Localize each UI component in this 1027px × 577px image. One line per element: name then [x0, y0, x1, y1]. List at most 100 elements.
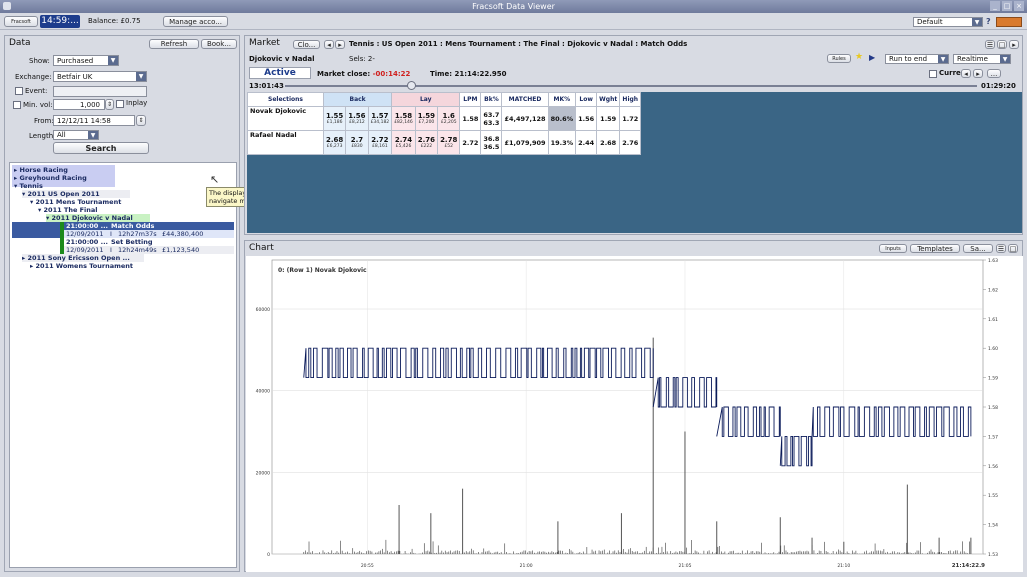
lay-cell[interactable]: 2.74 £5,426	[391, 130, 416, 155]
chart-expand-button[interactable]: □	[1008, 244, 1018, 253]
length-select[interactable]: All ▼	[53, 130, 99, 140]
y-right-tick-label: 1.59	[988, 376, 998, 382]
exchange-label: Exchange:	[15, 73, 52, 81]
min-vol-stepper[interactable]: ⇕	[105, 99, 114, 110]
tree-row-set-betting[interactable]: 21:00:00 ... Set Betting 12/09/2011 I 12…	[12, 238, 234, 254]
play-icon[interactable]: ▶	[869, 53, 875, 62]
timeline-thumb[interactable]	[407, 81, 416, 90]
tree-item-womens-tournament[interactable]: ▸ 2011 Womens Tournament	[30, 262, 133, 270]
y-left-tick-label: 60000	[256, 307, 270, 313]
lay-cell[interactable]: 1.59 £7,200	[414, 106, 439, 131]
panel-menu-button[interactable]: ☰	[985, 40, 995, 49]
back-cell[interactable]: 1.56 £8,212	[345, 106, 369, 131]
y-right-tick-label: 1.62	[988, 287, 998, 293]
panel-maximize-button[interactable]: □	[997, 40, 1007, 49]
y-left-tick-label: 40000	[256, 389, 270, 395]
fracsoft-logo-button[interactable]: Fracsoft	[4, 16, 38, 27]
market-table: Selections Back Lay LPM Bk% MATCHED MK% …	[247, 92, 642, 155]
templates-button[interactable]: Templates	[910, 244, 960, 253]
current-checkbox[interactable]	[929, 70, 937, 78]
book-button[interactable]: Book...	[201, 39, 237, 49]
back-cell[interactable]: 2.68 £6,273	[322, 130, 347, 155]
step-forward-button[interactable]: ▸	[973, 69, 983, 78]
lay-cell[interactable]: 1.6 £2,205	[437, 106, 461, 131]
lay-cell[interactable]: 1.58 £82,146	[391, 106, 416, 131]
tree-item-greyhound-racing[interactable]: ▸ Greyhound Racing	[14, 174, 87, 182]
inputs-button[interactable]: Inputs	[879, 244, 907, 253]
market-close-label: Market close: -00:14:22	[317, 70, 411, 78]
save-button[interactable]: Sa...	[963, 244, 993, 253]
manage-account-button[interactable]: Manage acco...	[163, 16, 228, 27]
lay-cell[interactable]: 2.78 £52	[437, 130, 461, 155]
timeline-slider[interactable]	[285, 85, 977, 87]
x-tick-label: 21:10	[837, 563, 850, 569]
run-mode-select[interactable]: Run to end ▼	[885, 54, 949, 64]
refresh-button[interactable]: Refresh	[149, 39, 199, 49]
event-input[interactable]	[53, 86, 147, 97]
balance-label: Balance: £0.75	[88, 17, 141, 25]
tree-item-tennis[interactable]: ▾ Tennis	[14, 182, 43, 190]
col-selections: Selections	[247, 92, 324, 107]
low-cell: 2.44	[575, 130, 598, 155]
match-odds-amount: £44,380,400	[162, 230, 204, 238]
chart-panel: Chart Inputs Templates Sa... ☰ □ 60000 40…	[244, 240, 1023, 572]
table-row[interactable]: Novak Djokovic 1.55 £1,186 1.56 £8,212 1.5…	[247, 106, 642, 131]
speed-select[interactable]: Realtime ▼	[953, 54, 1011, 64]
tree-item-horse-racing[interactable]: ▸ Horse Racing	[14, 166, 68, 174]
maximize-button[interactable]: □	[1002, 1, 1012, 11]
more-button[interactable]: ...	[987, 69, 1001, 78]
exchange-select[interactable]: Betfair UK ▼	[53, 71, 147, 82]
length-label: Length:	[29, 132, 56, 140]
market-panel-title: Market	[249, 38, 280, 48]
show-select[interactable]: Purchased ▼	[53, 55, 119, 66]
minimize-button[interactable]: _	[990, 1, 1000, 11]
back-cell[interactable]: 1.57 £34,182	[367, 106, 393, 131]
min-vol-value: 1,000	[79, 100, 100, 109]
run-mode-value: Run to end	[889, 55, 928, 63]
tree-row-match-odds[interactable]: 21:00:00 ... Match Odds 12/09/2011 I 12h…	[12, 222, 234, 238]
y-right-tick-label: 1.61	[988, 317, 998, 323]
back-cell[interactable]: 2.72 £8,161	[367, 130, 393, 155]
match-odds-name: Match Odds	[111, 222, 155, 230]
bk-cell: 36.8 36.5	[480, 130, 503, 155]
star-icon[interactable]: ★	[855, 52, 863, 62]
tree-item-djokovic-v-nadal[interactable]: ▾ 2011 Djokovic v Nadal	[46, 214, 133, 222]
from-stepper[interactable]: ⇕	[136, 115, 146, 126]
market-panel: Market Clo... ◂ ▸ Tennis : US Open 2011 …	[244, 35, 1023, 235]
profile-value: Default	[917, 18, 943, 26]
min-vol-checkbox[interactable]	[13, 101, 21, 109]
min-vol-input[interactable]: 1,000	[53, 99, 105, 110]
event-checkbox[interactable]	[15, 87, 23, 95]
tree-item-us-open[interactable]: ▾ 2011 US Open 2011	[22, 190, 100, 198]
back-cell[interactable]: 2.7 £830	[345, 130, 369, 155]
table-row[interactable]: Rafael Nadal 2.68 £6,273 2.7 £830 2.72 £8,1…	[247, 130, 642, 155]
col-wght: Wght	[596, 92, 621, 107]
low-cell: 1.56	[575, 106, 598, 131]
wght-cell: 1.59	[596, 106, 621, 131]
tree-item-mens-tournament[interactable]: ▾ 2011 Mens Tournament	[30, 198, 121, 206]
tree-item-sony-ericsson[interactable]: ▸ 2011 Sony Ericsson Open ...	[22, 254, 130, 262]
chevron-down-icon: ▼	[1000, 55, 1010, 63]
inplay-checkbox[interactable]	[116, 100, 124, 108]
panel-expand-button[interactable]: ▸	[1009, 40, 1019, 49]
lpm-cell: 1.58	[459, 106, 482, 131]
y-left-tick-label: 0	[267, 552, 270, 558]
step-back-button[interactable]: ◂	[961, 69, 971, 78]
bk-cell: 63.7 63.3	[480, 106, 503, 131]
profile-select[interactable]: Default ▼	[913, 17, 983, 27]
lay-cell[interactable]: 2.76 £222	[414, 130, 439, 155]
rules-button[interactable]: Rules	[827, 54, 851, 63]
set-betting-time: 21:00:00 ...	[66, 238, 109, 246]
back-cell[interactable]: 1.55 £1,186	[322, 106, 347, 131]
tree-item-the-final[interactable]: ▾ 2011 The Final	[38, 206, 98, 214]
next-market-button[interactable]: ▸	[335, 40, 345, 49]
chart-settings-button[interactable]: ☰	[996, 244, 1006, 253]
prev-market-button[interactable]: ◂	[324, 40, 334, 49]
close-button[interactable]: ×	[1014, 1, 1024, 11]
set-betting-duration: 12h24m49s	[118, 246, 157, 254]
help-icon[interactable]: ?	[986, 17, 991, 26]
price-volume-chart[interactable]: 60000 40000 20000 0 1.63 1.62 1.61 1.60 1.59 1.58…	[246, 256, 1023, 572]
search-button[interactable]: Search	[53, 142, 149, 154]
close-market-button[interactable]: Clo...	[293, 40, 320, 49]
from-input[interactable]: 12/12/11 14:58	[53, 115, 135, 126]
